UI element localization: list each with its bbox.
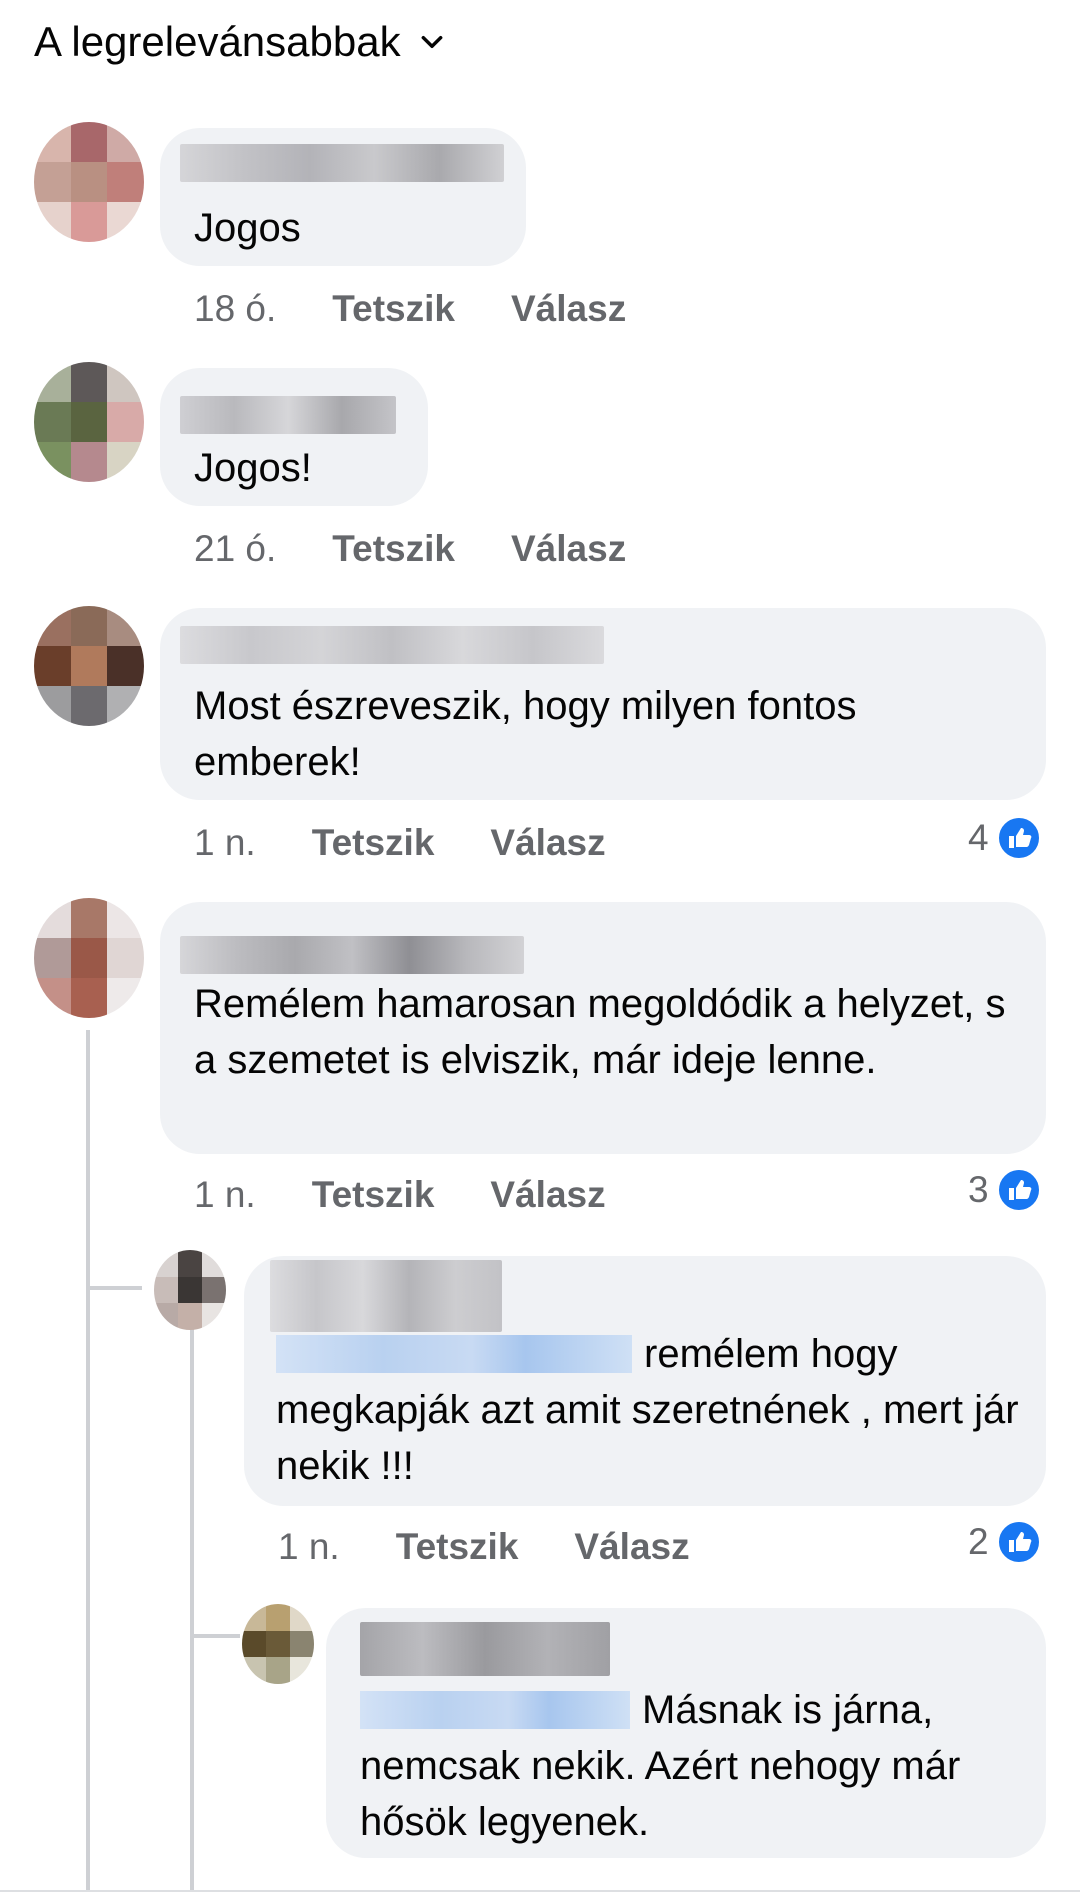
reaction-count[interactable]: 2: [968, 1520, 1041, 1564]
comment-bubble[interactable]: Remélem hamarosan megoldódik a helyzet, …: [160, 902, 1046, 1154]
like-button[interactable]: Tetszik: [312, 1174, 435, 1216]
comment-time[interactable]: 1 n.: [194, 1174, 256, 1216]
reaction-number: 4: [968, 817, 989, 858]
like-icon: [996, 816, 1041, 860]
comment-text: Remélem hamarosan megoldódik a helyzet, …: [194, 982, 1006, 1082]
sort-dropdown[interactable]: A legrelevánsabbak: [34, 18, 445, 66]
reaction-number: 3: [968, 1169, 989, 1210]
reply-button[interactable]: Válasz: [574, 1526, 689, 1568]
comment-time[interactable]: 1 n.: [278, 1526, 340, 1568]
reaction-count[interactable]: 4: [968, 816, 1041, 860]
commenter-name-blurred[interactable]: [180, 626, 604, 664]
like-icon: [996, 1168, 1041, 1212]
reply-button[interactable]: Válasz: [490, 822, 605, 864]
reply-bubble[interactable]: remélem hogy megkapják azt amit szeretné…: [244, 1256, 1046, 1506]
thread-line: [190, 1318, 194, 1892]
chevron-down-icon: [421, 35, 443, 49]
reply-button[interactable]: Válasz: [490, 1174, 605, 1216]
like-button[interactable]: Tetszik: [312, 822, 435, 864]
thread-connector: [86, 1286, 142, 1290]
commenter-name-blurred[interactable]: [270, 1260, 502, 1332]
like-button[interactable]: Tetszik: [332, 288, 455, 330]
comment-bubble[interactable]: Jogos: [160, 128, 526, 266]
reaction-number: 2: [968, 1521, 989, 1562]
commenter-name-blurred[interactable]: [360, 1622, 610, 1676]
reply-meta: 1 n. Tetszik Válasz: [278, 1526, 690, 1568]
thread-line: [86, 1030, 90, 1892]
comment-time[interactable]: 18 ó.: [194, 288, 276, 330]
comment-meta: 1 n. Tetszik Válasz: [194, 822, 606, 864]
comment-time[interactable]: 1 n.: [194, 822, 256, 864]
avatar[interactable]: [242, 1604, 314, 1684]
thread-connector: [190, 1634, 240, 1638]
comment-meta: 21 ó. Tetszik Válasz: [194, 528, 626, 570]
comment-time[interactable]: 21 ó.: [194, 528, 276, 570]
avatar[interactable]: [34, 898, 144, 1018]
reply-text: Másnak is járna, nemcsak nekik. Azért ne…: [360, 1682, 1020, 1850]
comment-text: Most észreveszik, hogy milyen fontos emb…: [194, 684, 857, 784]
comment-meta: 1 n. Tetszik Válasz: [194, 1174, 606, 1216]
like-button[interactable]: Tetszik: [332, 528, 455, 570]
commenter-name-blurred[interactable]: [180, 144, 504, 182]
avatar[interactable]: [34, 606, 144, 726]
reaction-count[interactable]: 3: [968, 1168, 1041, 1212]
sort-label: A legrelevánsabbak: [34, 18, 401, 65]
avatar[interactable]: [34, 362, 144, 482]
mention-blurred[interactable]: [276, 1335, 632, 1373]
like-button[interactable]: Tetszik: [396, 1526, 519, 1568]
comment-text: Jogos!: [194, 446, 312, 490]
commenter-name-blurred[interactable]: [180, 936, 524, 974]
reply-button[interactable]: Válasz: [511, 528, 626, 570]
reply-bubble[interactable]: Másnak is járna, nemcsak nekik. Azért ne…: [326, 1608, 1046, 1858]
comment-bubble[interactable]: Most észreveszik, hogy milyen fontos emb…: [160, 608, 1046, 800]
reply-button[interactable]: Válasz: [511, 288, 626, 330]
reply-text: remélem hogy megkapják azt amit szeretné…: [276, 1326, 1036, 1494]
like-icon: [996, 1520, 1041, 1564]
comment-meta: 18 ó. Tetszik Válasz: [194, 288, 626, 330]
comment-text: Jogos: [194, 206, 301, 250]
comment-bubble[interactable]: Jogos!: [160, 368, 428, 506]
commenter-name-blurred[interactable]: [180, 396, 396, 434]
avatar[interactable]: [154, 1250, 226, 1330]
mention-blurred[interactable]: [360, 1691, 630, 1729]
avatar[interactable]: [34, 122, 144, 242]
